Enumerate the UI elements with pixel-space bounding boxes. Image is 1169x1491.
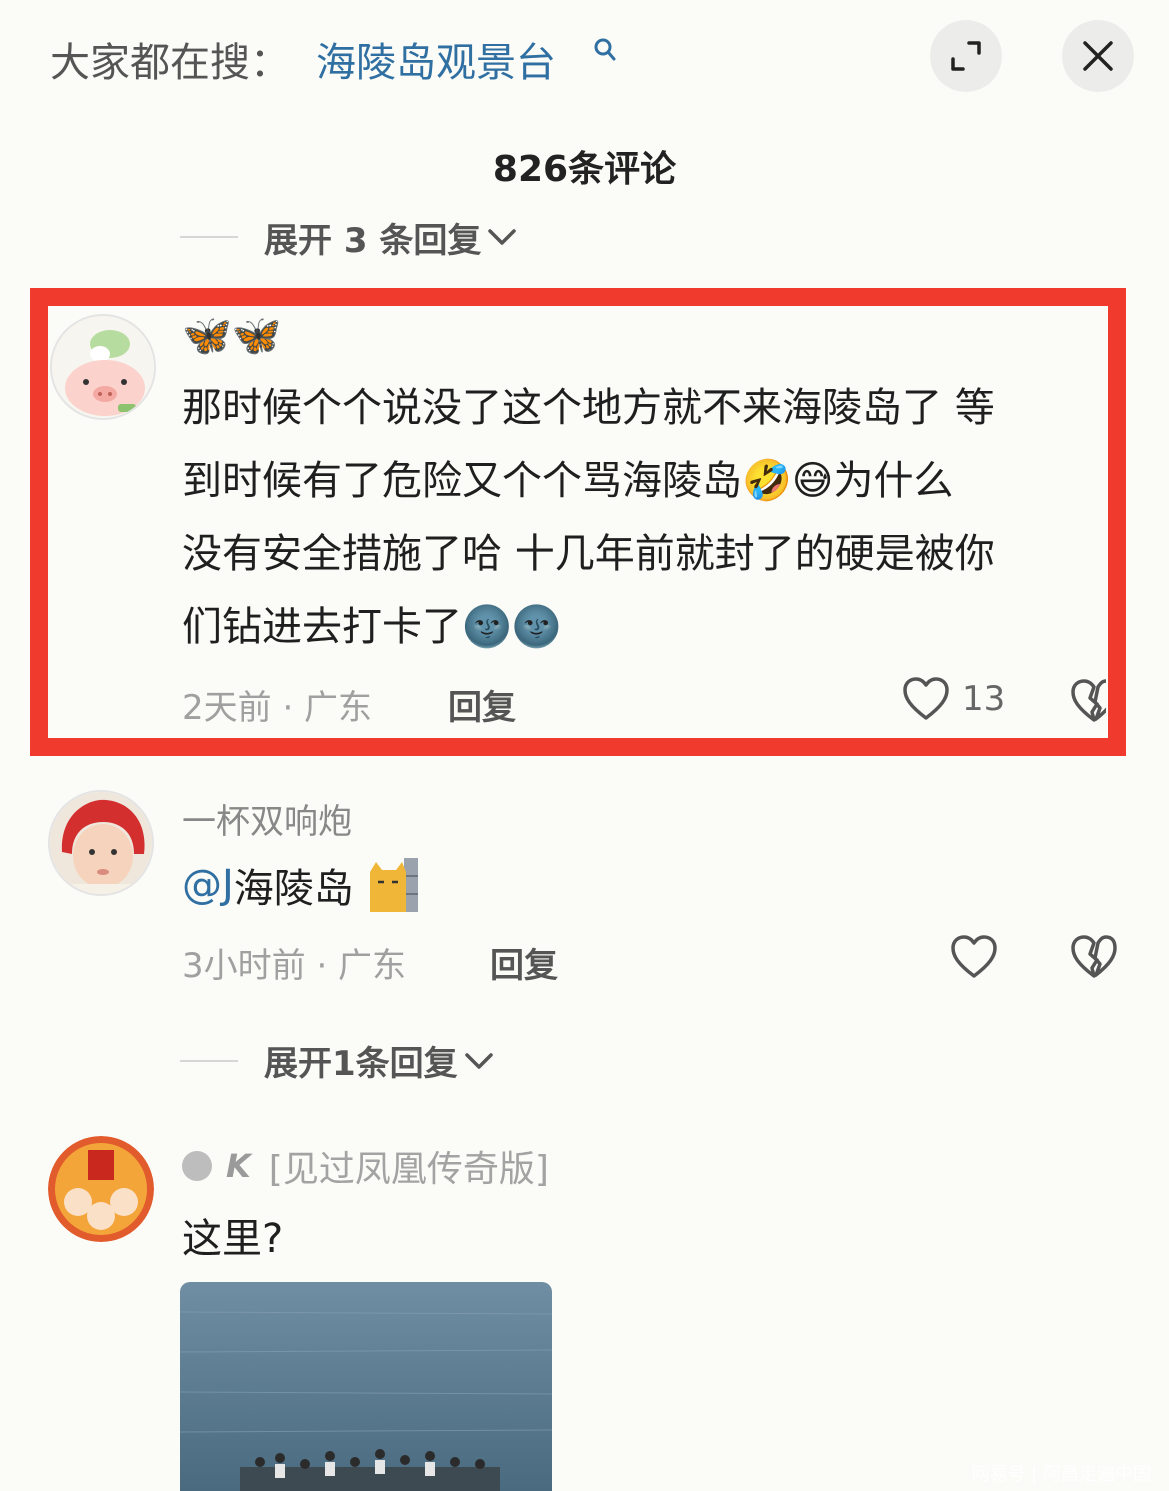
- close-icon: [1083, 41, 1113, 71]
- search-suggestion-link[interactable]: 海陵岛观景台: [316, 30, 556, 88]
- comment-username[interactable]: 🦋🦋: [182, 312, 282, 359]
- dislike-button[interactable]: [1070, 934, 1118, 984]
- chevron-down-icon: [488, 229, 517, 245]
- username-badge: [见过凤凰传奇版]: [268, 1149, 549, 1190]
- comment-line: 没有安全措施了哈 十几年前就封了的硬是被你: [182, 531, 995, 577]
- dislike-button[interactable]: [1070, 678, 1106, 724]
- expand-replies-label: 展开 3 条回复: [264, 220, 482, 261]
- mention-link[interactable]: @J: [182, 862, 234, 908]
- like-button[interactable]: [950, 934, 998, 984]
- comment-body: 那时候个个说没了这个地方就不来海陵岛了 等 到时候有了危险又个个骂海陵岛🤣😅为什…: [182, 372, 1112, 664]
- comment-username-row[interactable]: K [见过凤凰传奇版]: [182, 1140, 549, 1192]
- search-prefix-label: 大家都在搜：: [50, 40, 290, 86]
- search-icon[interactable]: [592, 36, 618, 66]
- chevron-down-icon: [464, 1052, 493, 1069]
- heart-icon: [903, 677, 949, 720]
- cat-emoji-icon: [369, 858, 418, 912]
- comment-time-location: 3小时前 · 广东: [182, 946, 407, 986]
- expand-replies-button[interactable]: 展开1条回复: [180, 1036, 494, 1085]
- expand-replies-label: 展开1条回复: [264, 1044, 458, 1084]
- comment-line: 那时候个个说没了这个地方就不来海陵岛了 等: [182, 385, 995, 431]
- comment-line: 到时候有了危险又个个骂海陵岛🤣😅为什么: [182, 458, 954, 504]
- comments-count-title: 826条评论: [492, 149, 677, 190]
- comment-body: 这里?: [182, 1216, 284, 1262]
- reply-button[interactable]: 回复: [448, 680, 516, 729]
- fortune-avatar-icon: [48, 1136, 154, 1242]
- heart-icon: [951, 935, 997, 978]
- avatar[interactable]: [48, 1136, 154, 1242]
- expand-button[interactable]: [930, 20, 1002, 92]
- comment-time-location: 2天前 · 广东: [182, 688, 373, 728]
- divider-line: [180, 236, 238, 238]
- comment-photo[interactable]: [180, 1282, 552, 1491]
- sea-photo-image: [180, 1282, 552, 1491]
- like-count: 13: [962, 679, 1006, 719]
- comment-body: @J 海陵岛: [182, 856, 418, 914]
- reply-button[interactable]: 回复: [490, 938, 558, 987]
- watermark: 网易号 | 阿昌走遍中国: [971, 1464, 1151, 1485]
- comment-text: 海陵岛: [233, 866, 354, 912]
- avatar[interactable]: [48, 790, 154, 896]
- like-button[interactable]: 13: [902, 676, 1005, 722]
- comment-username: K: [226, 1147, 251, 1185]
- divider-line: [180, 1059, 238, 1062]
- broken-heart-icon: [1071, 679, 1106, 722]
- baby-avatar-icon: [50, 792, 152, 894]
- avatar[interactable]: [50, 314, 156, 420]
- comment-line: 们钻进去打卡了🌚🌚: [182, 604, 562, 650]
- expand-replies-button[interactable]: 展开 3 条回复: [180, 214, 517, 260]
- close-button[interactable]: [1062, 20, 1134, 92]
- pig-avatar-icon: [52, 316, 154, 418]
- broken-heart-icon: [1071, 935, 1117, 978]
- comment-username[interactable]: 一杯双响炮: [182, 794, 352, 843]
- status-dot-icon: [182, 1151, 212, 1181]
- expand-icon: [951, 41, 981, 71]
